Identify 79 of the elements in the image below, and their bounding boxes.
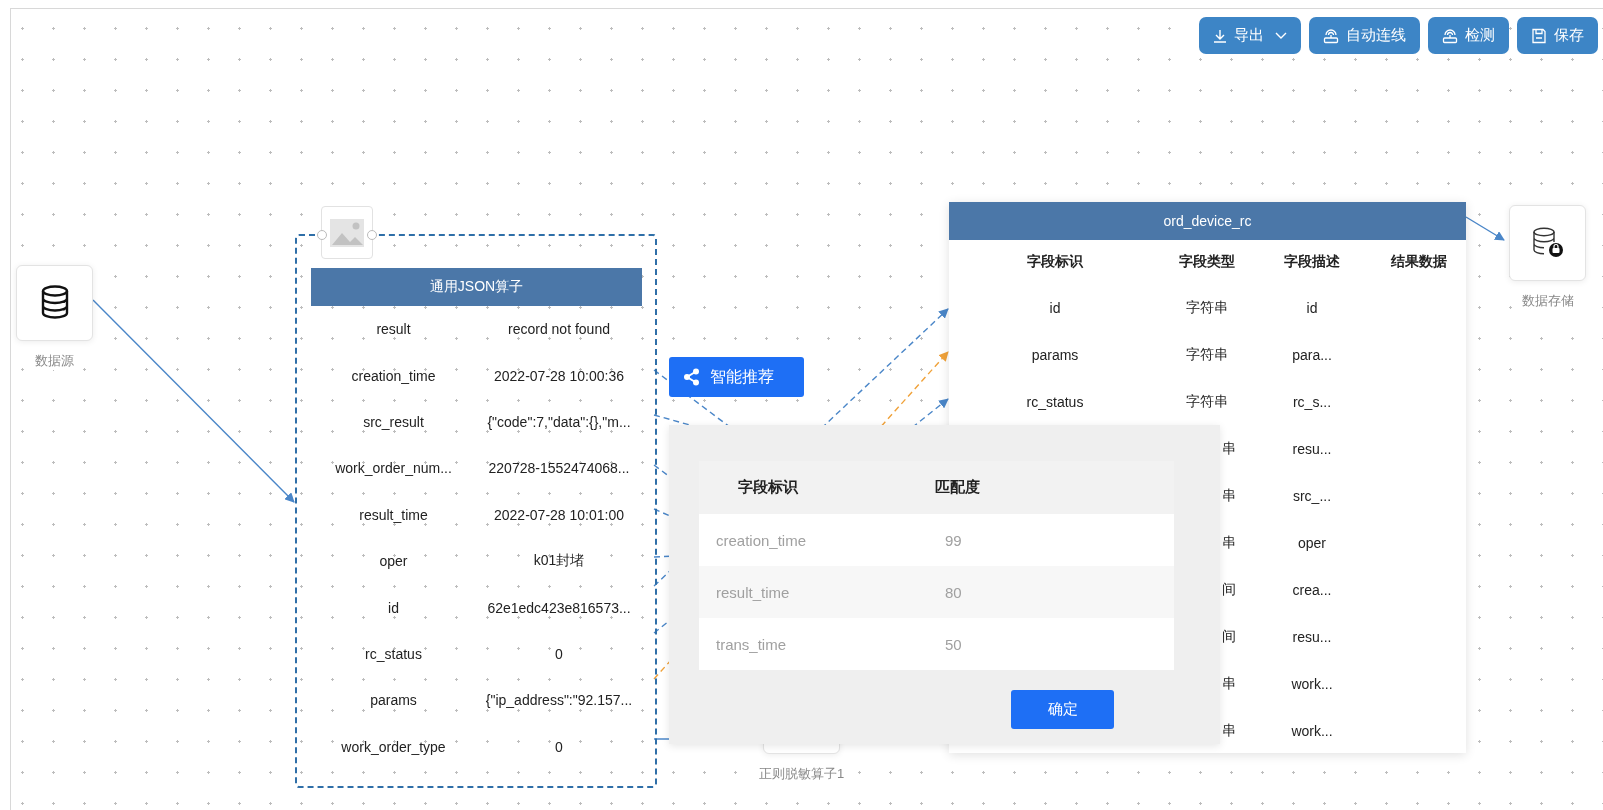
table-cell-text: work... [1290, 675, 1334, 692]
table-cell-text: 间 [1221, 627, 1237, 646]
image-icon [329, 217, 365, 248]
table-cell-text: para... [1291, 346, 1333, 363]
table-cell-text: oper [1297, 534, 1327, 551]
field-value: record not found [507, 321, 611, 338]
field-value: 2022-07-28 10:00:36 [493, 367, 625, 384]
table-cell-text: creation_time [715, 531, 808, 549]
field-value: 2022-07-28 10:01:00 [493, 506, 625, 523]
table-cell-text: 间 [1221, 580, 1237, 599]
toolbar-button[interactable]: 自动连线 [1309, 17, 1420, 54]
field-key: id [311, 599, 476, 616]
field-key: rc_status [311, 645, 476, 662]
table-cell-text: 99 [944, 531, 963, 549]
field-value: {"code":7,"data":{},"m... [486, 413, 632, 430]
field-value: 0 [554, 645, 564, 662]
share-icon [683, 368, 700, 386]
table-cell-text: 字符串 [1185, 298, 1229, 317]
column-header: 匹配度 [934, 478, 981, 497]
field-key: result_time [311, 506, 476, 523]
table-cell-text: resu... [1291, 628, 1333, 645]
table-cell-text: src_... [1291, 487, 1333, 504]
confirm-button[interactable]: 确定 [1011, 690, 1114, 729]
field-value: {"ip_address":"92.157... [484, 692, 634, 709]
table-cell-text: 80 [944, 583, 963, 601]
node-box[interactable] [16, 265, 93, 341]
field-key: oper [311, 553, 476, 570]
table-cell-text: 串 [1221, 721, 1237, 740]
table-cell-text: id [1048, 299, 1062, 316]
database-lock-icon [1531, 227, 1564, 259]
connector-line [1465, 216, 1505, 241]
router-icon [1442, 27, 1458, 44]
operator-title: 通用JSON算子 [311, 268, 642, 306]
toolbar-button[interactable]: 保存 [1517, 17, 1598, 54]
field-value: 0 [554, 738, 564, 755]
field-key: creation_time [311, 367, 476, 384]
node-box[interactable] [1509, 205, 1586, 281]
node-label: 正则脱敏算子1 [758, 765, 845, 783]
field-key: work_order_type [311, 738, 476, 755]
table-cell-text: rc_status [1025, 393, 1085, 410]
field-key: work_order_num... [311, 460, 476, 477]
table-cell-text: resu... [1291, 440, 1333, 457]
toolbar-button[interactable]: 检测 [1428, 17, 1509, 54]
table-cell-text: 字符串 [1185, 345, 1229, 364]
port-handle[interactable] [367, 230, 377, 240]
table-cell-text: 串 [1221, 674, 1237, 693]
field-value: k01封堵 [532, 552, 586, 571]
table-cell-text: work... [1290, 722, 1334, 739]
field-key: params [311, 692, 476, 709]
node-label: 数据源 [35, 352, 74, 370]
field-value: 62e1edc423e816573... [486, 599, 632, 616]
column-header: 字段标识 [1026, 253, 1084, 271]
table-cell-text: 串 [1221, 533, 1237, 552]
field-value: 220728-1552474068... [487, 460, 631, 477]
toolbar-button[interactable]: 导出 [1199, 17, 1301, 54]
table-cell-text: crea... [1291, 581, 1333, 598]
column-header: 结果数据 [1389, 253, 1448, 271]
port-handle[interactable] [317, 230, 327, 240]
column-header: 字段描述 [1283, 253, 1341, 271]
recommend-button[interactable]: 智能推荐 [669, 357, 804, 397]
field-key: src_result [311, 413, 476, 430]
column-header: 字段类型 [1178, 253, 1236, 271]
download-icon [1213, 28, 1227, 43]
table-cell-text: 50 [944, 635, 963, 653]
table-cell-text: 串 [1221, 486, 1237, 505]
node-label: 数据存储 [1521, 292, 1574, 310]
table-cell-text: trans_time [715, 635, 788, 653]
image-node[interactable] [321, 206, 373, 259]
table-cell-text: id [1305, 299, 1319, 316]
table-cell-text: rc_s... [1291, 393, 1333, 410]
field-key: result [311, 321, 476, 338]
column-header: 字段标识 [737, 478, 800, 497]
table-cell-text: 字符串 [1185, 392, 1229, 411]
router-icon [1323, 27, 1339, 44]
table-title: ord_device_rc [949, 202, 1466, 240]
table-cell-text: 串 [1221, 439, 1237, 458]
database-icon [39, 285, 70, 321]
table-cell-text: result_time [715, 583, 791, 601]
table-cell-text: params [1030, 346, 1080, 363]
